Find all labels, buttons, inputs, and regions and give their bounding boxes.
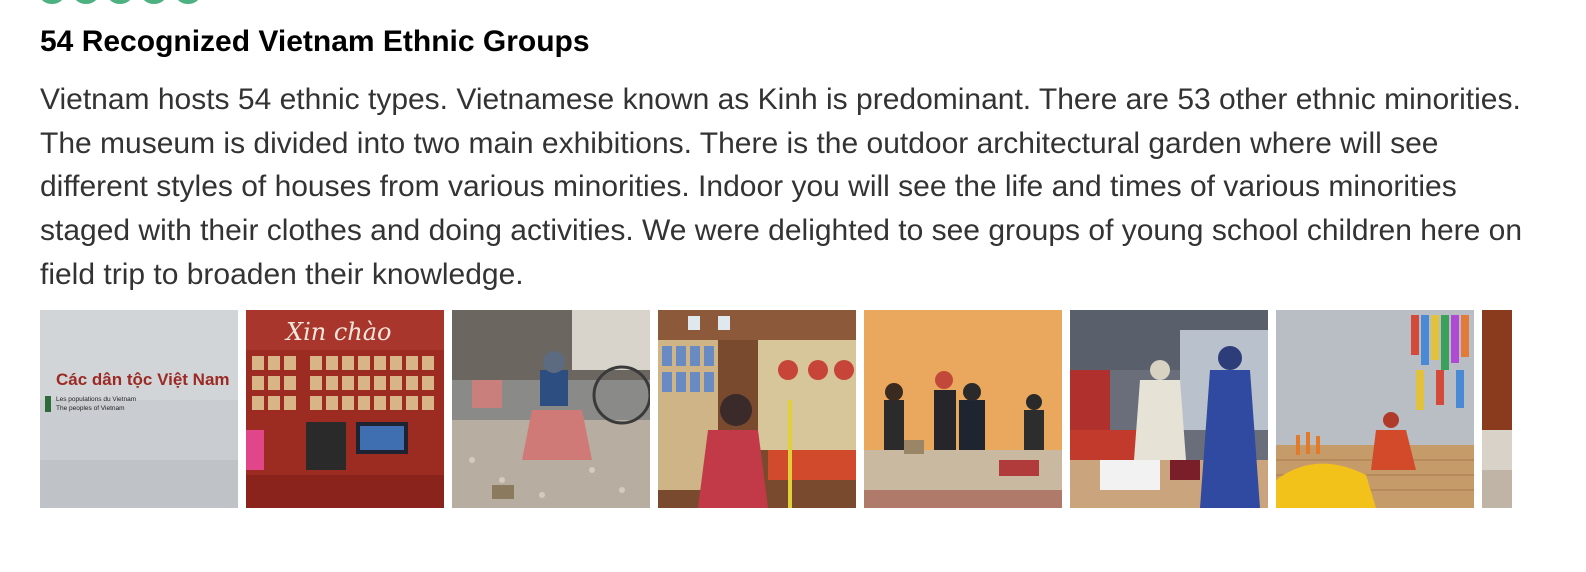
photo-strip: Các dân tộc Việt Nam Les populations du … xyxy=(40,310,1512,508)
photo-textiles-image xyxy=(1070,310,1268,508)
review-photo-weaver[interactable] xyxy=(452,310,650,508)
review-photo-village[interactable] xyxy=(864,310,1062,508)
photo-sign-wall-image: Các dân tộc Việt Nam Les populations du … xyxy=(40,310,238,508)
sign-line-1: Les populations du Vietnam xyxy=(56,396,136,403)
review-photo-colorful-display[interactable] xyxy=(1276,310,1474,508)
review-photo-sign-wall[interactable]: Các dân tộc Việt Nam Les populations du … xyxy=(40,310,238,508)
rating-bubbles xyxy=(40,0,200,4)
sign-title: Các dân tộc Việt Nam xyxy=(56,370,230,389)
photo-xin-chao-wall-image: Xin chào xyxy=(246,310,444,508)
rating-bubble-icon xyxy=(142,0,166,4)
rating-bubble-icon xyxy=(108,0,132,4)
sign-line-2: The peoples of Vietnam xyxy=(56,405,125,412)
review-photo-textiles[interactable] xyxy=(1070,310,1268,508)
rating-bubble-icon xyxy=(176,0,200,4)
photo-ceremony-image xyxy=(658,310,856,508)
rating-bubble-icon xyxy=(74,0,98,4)
review-body: Vietnam hosts 54 ethnic types. Vietnames… xyxy=(40,83,1523,291)
review-photo-ceremony[interactable] xyxy=(658,310,856,508)
photo-weaver-image xyxy=(452,310,650,508)
photo-colorful-display-image xyxy=(1276,310,1474,508)
photo-partial-next-image xyxy=(1482,310,1512,508)
xin-chao-caption: Xin chào xyxy=(284,318,392,346)
review-photo-xin-chao-wall[interactable]: Xin chào xyxy=(246,310,444,508)
review-photo-partial-next[interactable] xyxy=(1482,310,1512,508)
review-title[interactable]: 54 Recognized Vietnam Ethnic Groups xyxy=(40,22,590,62)
rating-bubble-icon xyxy=(40,0,64,4)
photo-village-image xyxy=(864,310,1062,508)
